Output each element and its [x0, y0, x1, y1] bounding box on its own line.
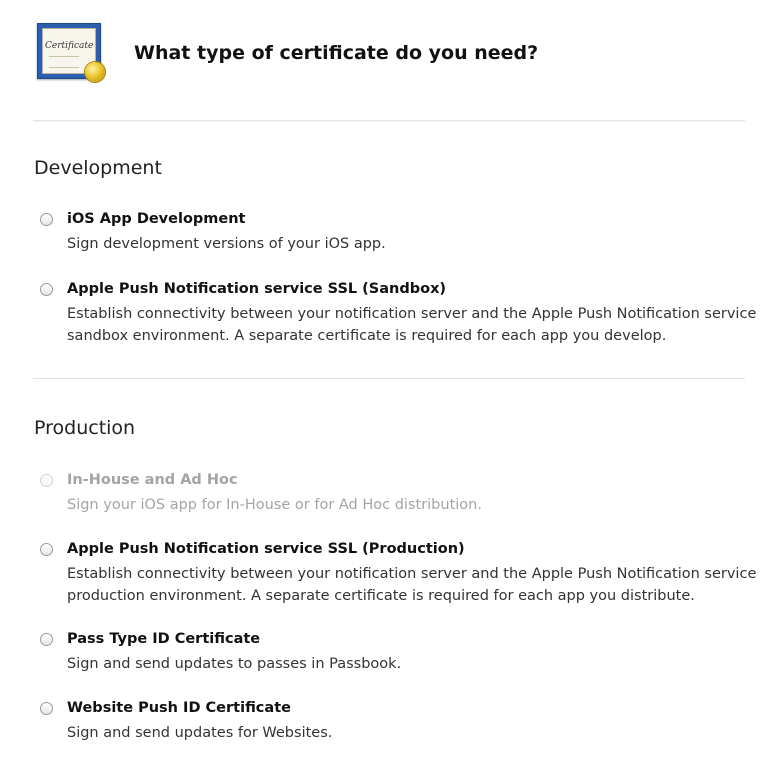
header-divider	[33, 120, 745, 122]
option-title: iOS App Development	[67, 211, 246, 227]
certificate-icon-label: Certificate	[45, 41, 94, 51]
radio-apns-production[interactable]	[40, 543, 53, 556]
page-header: Certificate What type of certificate do …	[0, 0, 775, 118]
option-description: Sign and send updates to passes in Passb…	[67, 656, 402, 672]
radio-apns-sandbox[interactable]	[40, 283, 53, 296]
option-title: Pass Type ID Certificate	[67, 631, 261, 647]
certificate-icon: Certificate	[37, 23, 105, 82]
option-description: Establish connectivity between your noti…	[67, 306, 757, 344]
certificate-lines	[49, 56, 79, 68]
radio-website-push-id[interactable]	[40, 702, 53, 715]
page-title: What type of certificate do you need?	[134, 42, 539, 64]
radio-in-house-ad-hoc	[40, 474, 53, 487]
option-title: In-House and Ad Hoc	[67, 472, 238, 488]
option-description: Establish connectivity between your noti…	[67, 566, 757, 604]
certificate-seal-icon	[85, 62, 105, 82]
option-description: Sign your iOS app for In-House or for Ad…	[67, 497, 482, 513]
option-title: Apple Push Notification service SSL (Pro…	[67, 541, 465, 557]
section-title-development: Development	[34, 157, 162, 179]
radio-pass-type-id[interactable]	[40, 633, 53, 646]
radio-ios-app-development[interactable]	[40, 213, 53, 226]
option-title: Website Push ID Certificate	[67, 700, 291, 716]
option-description: Sign development versions of your iOS ap…	[67, 236, 386, 252]
section-divider	[33, 378, 745, 379]
option-description: Sign and send updates for Websites.	[67, 725, 333, 741]
section-title-production: Production	[34, 417, 136, 439]
option-title: Apple Push Notification service SSL (San…	[67, 281, 447, 297]
